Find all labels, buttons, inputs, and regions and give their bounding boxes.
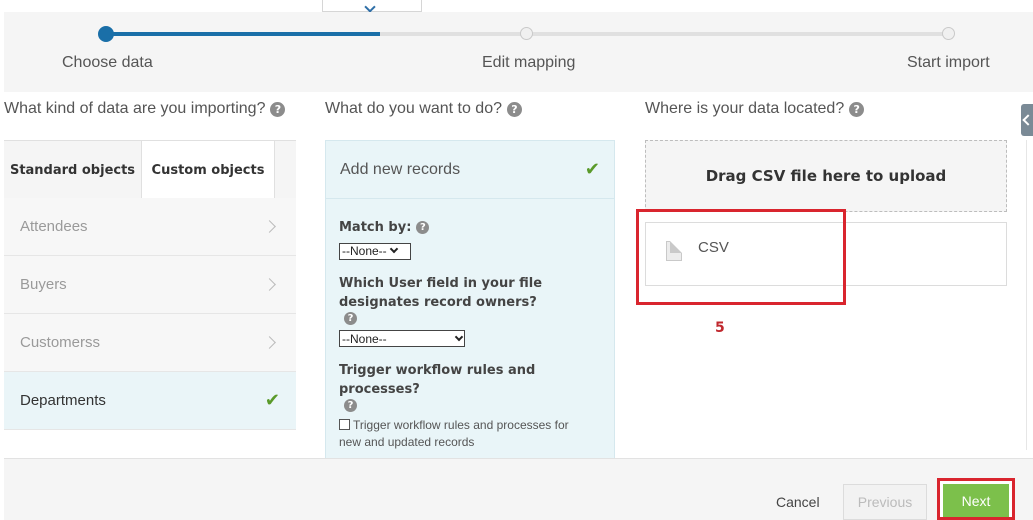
chevron-right-icon (263, 220, 276, 233)
progress-track-remaining (380, 32, 950, 36)
middle-section-heading: What do you want to do? ? (325, 100, 522, 118)
chevron-right-icon (263, 278, 276, 291)
collapse-icon[interactable] (1021, 104, 1033, 136)
next-button[interactable]: Next (937, 478, 1015, 520)
owner-field-select[interactable]: --None-- (339, 330, 465, 347)
help-icon[interactable]: ? (507, 101, 522, 117)
action-add-new-records[interactable]: Add new records ✔ (326, 141, 614, 199)
list-item-customerss[interactable]: Customerss (4, 314, 296, 372)
help-icon[interactable]: ? (849, 101, 865, 117)
cancel-button[interactable]: Cancel (776, 494, 820, 510)
middle-heading-text: What do you want to do? (325, 100, 502, 117)
list-item-label: Customerss (20, 334, 101, 351)
match-by-label: Match by: ? (339, 218, 601, 237)
chevron-down-icon (454, 332, 464, 341)
match-by-select[interactable]: --None-- (339, 242, 411, 260)
chevron-right-icon (263, 336, 276, 349)
list-item-attendees[interactable]: Attendees (4, 198, 296, 256)
left-heading-text: What kind of data are you importing? (4, 100, 266, 117)
previous-button[interactable]: Previous (843, 484, 927, 520)
step-label-start-import: Start import (907, 54, 990, 71)
highlight-box (636, 209, 846, 305)
list-item-label: Attendees (20, 218, 88, 235)
progress-track-complete (105, 32, 380, 36)
object-list: Attendees Buyers Customerss Departments … (4, 198, 296, 430)
workflow-checkbox-label: Trigger workflow rules and processes for… (339, 418, 569, 449)
drop-zone-label: Drag CSV file here to upload (705, 167, 947, 185)
match-by-text: Match by: (339, 220, 412, 235)
workflow-label: Trigger workflow rules and processes? ? (339, 361, 601, 412)
owner-field-value: --None-- (342, 331, 387, 346)
tab-standard-objects[interactable]: Standard objects (4, 141, 142, 199)
right-heading-text: Where is your data located? (645, 100, 845, 117)
list-item-label: Departments (20, 392, 106, 409)
left-section-heading: What kind of data are you importing? ? (4, 100, 286, 118)
csv-drop-zone[interactable]: Drag CSV file here to upload (645, 140, 1007, 212)
checkmark-icon: ✔ (264, 390, 280, 410)
list-item-buyers[interactable]: Buyers (4, 256, 296, 314)
help-icon[interactable]: ? (344, 399, 357, 412)
tab-custom-objects[interactable]: Custom objects (142, 141, 274, 199)
next-button-body[interactable]: Next (943, 484, 1009, 517)
checkmark-icon: ✔ (584, 159, 600, 179)
previous-label: Previous (857, 494, 913, 510)
right-section-heading: Where is your data located? ? (645, 100, 865, 118)
step-dot-start-import (942, 27, 955, 40)
step-label-choose-data: Choose data (62, 54, 153, 71)
step-dot-edit-mapping (520, 27, 533, 40)
owner-field-text: Which User field in your file designates… (339, 275, 543, 310)
action-label: Add new records (340, 160, 461, 178)
step-dot-choose-data (98, 26, 114, 42)
match-by-value: --None-- (342, 244, 387, 258)
tab-spacer (274, 141, 296, 199)
workflow-text: Trigger workflow rules and processes? (339, 363, 536, 397)
divider (1026, 140, 1027, 450)
owner-field-label: Which User field in your file designates… (339, 274, 584, 325)
workflow-checkbox-row[interactable]: Trigger workflow rules and processes for… (339, 417, 589, 451)
annotation-number: 5 (715, 320, 725, 336)
list-item-departments[interactable]: Departments ✔ (4, 372, 296, 430)
help-icon[interactable]: ? (270, 101, 286, 117)
top-strip (0, 0, 1033, 12)
list-item-label: Buyers (20, 276, 67, 293)
step-label-edit-mapping: Edit mapping (482, 54, 576, 71)
object-type-tabs: Standard objects Custom objects (4, 140, 296, 199)
action-options: Match by: ? --None-- Which User field in… (339, 218, 601, 451)
help-icon[interactable]: ? (344, 311, 357, 325)
workflow-checkbox[interactable] (339, 419, 350, 430)
wizard-progress: Choose data Edit mapping Start import (4, 12, 1033, 92)
help-icon[interactable]: ? (416, 221, 430, 234)
next-label: Next (961, 492, 991, 509)
chevron-down-icon (389, 244, 398, 254)
